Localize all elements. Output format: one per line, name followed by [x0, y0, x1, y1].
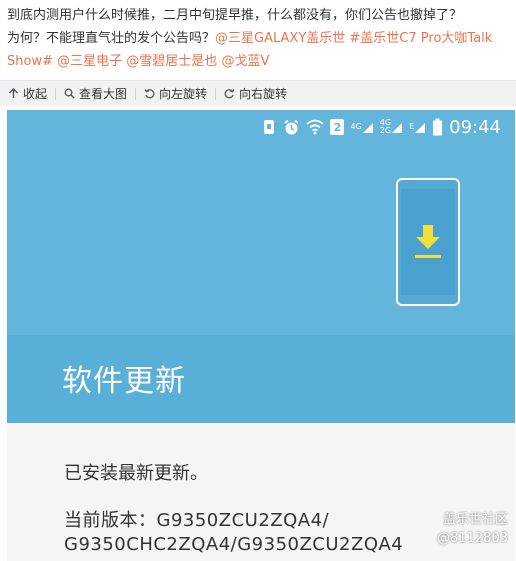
rotate-right-label: 向右旋转	[239, 87, 288, 101]
battery-icon	[432, 118, 443, 136]
post-text: 到底内测用户什么时候推，二月中旬提早推，什么都没有，你们公告也撤掉了？ 为何？不…	[7, 4, 512, 73]
mention-samsung-electronics[interactable]: @三星电子	[57, 54, 122, 69]
rotate-left-label: 向左旋转	[159, 87, 208, 101]
arrow-up-icon	[9, 88, 18, 98]
mention-user-1[interactable]: @雪碧居士是也	[126, 54, 217, 69]
vibrate-icon	[261, 119, 277, 135]
signal-dual-icon: 4G 2G	[380, 119, 403, 135]
current-version-text: 当前版本：G9350ZCU2ZQA4/ G9350CHC2ZQA4/G9350Z…	[64, 509, 403, 557]
post-line-2: 为何？不能理直气壮的发个公告吗？	[7, 31, 216, 46]
status-bar: 2 4G 4G 2G E 09:44	[7, 110, 515, 144]
search-icon	[64, 88, 75, 99]
view-large-button[interactable]: 查看大图	[56, 81, 135, 107]
rotate-right-icon	[224, 89, 235, 99]
version-line-1: 当前版本：G9350ZCU2ZQA4/	[64, 510, 330, 531]
version-line-2: G9350CHC2ZQA4/G9350ZCU2ZQA4	[64, 534, 404, 555]
signal-4g-icon: 4G	[350, 120, 373, 134]
phone-illustration	[396, 178, 460, 306]
phone-screenshot: 2 4G 4G 2G E 09:44 软件更新 已安装最新更新。 当前版本：G9…	[7, 110, 515, 561]
rotate-left-icon	[144, 89, 155, 99]
collapse-label: 收起	[23, 87, 48, 101]
status-clock: 09:44	[449, 116, 501, 138]
sim-indicator: 2	[330, 119, 345, 135]
watermark: 盖乐世社区 @8112803	[437, 510, 508, 548]
watermark-id: @8112803	[437, 531, 508, 546]
net-4g-label: 4G	[350, 122, 362, 131]
post-line-1: 到底内测用户什么时候推，二月中旬提早推，什么都没有，你们公告也撤掉了？	[7, 8, 463, 23]
mention-user-2[interactable]: @戈蓝V	[221, 54, 269, 69]
mention-samsung-galaxy[interactable]: @三星GALAXY盖乐世	[215, 31, 345, 46]
net-2g-label: 2G	[379, 126, 392, 135]
download-icon	[415, 225, 441, 258]
screen-title: 软件更新	[62, 364, 186, 399]
collapse-button[interactable]: 收起	[0, 81, 55, 107]
update-status-text: 已安装最新更新。	[64, 463, 208, 484]
signal-e-icon: E	[409, 120, 426, 134]
rotate-right-button[interactable]: 向右旋转	[216, 81, 295, 107]
watermark-name: 盖乐世社区	[442, 512, 508, 527]
wifi-icon	[306, 119, 325, 135]
view-large-label: 查看大图	[79, 87, 128, 101]
rotate-left-button[interactable]: 向左旋转	[136, 81, 215, 107]
image-toolbar: 收起 查看大图 向左旋转 向右旋转	[0, 80, 516, 106]
alarm-icon	[283, 119, 300, 136]
